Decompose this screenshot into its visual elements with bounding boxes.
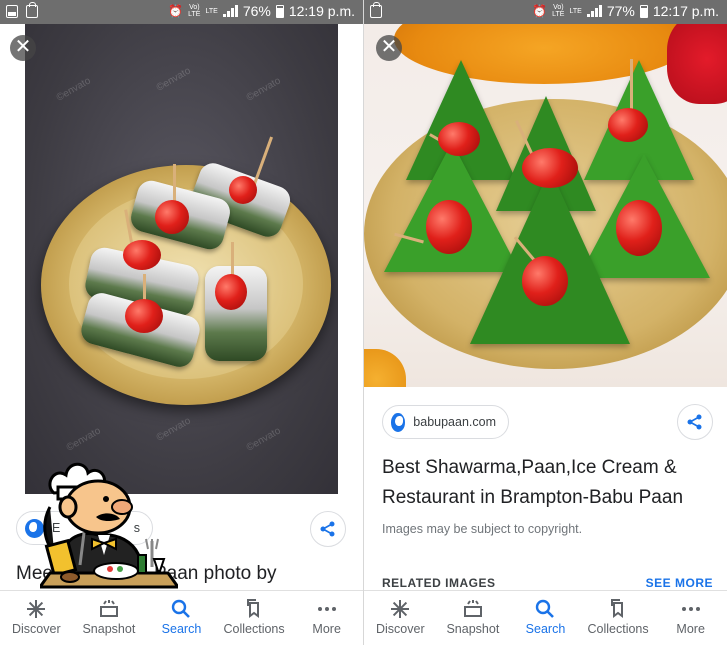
signal-icon [222,5,238,17]
cherry [522,148,578,188]
cherry [229,176,257,204]
cherry [123,240,161,270]
battery-icon [639,4,648,18]
nav-search[interactable]: Search [509,591,582,645]
nav-collections[interactable]: Collections [582,591,655,645]
asterisk-icon [391,600,410,618]
nav-label: More [676,622,705,636]
lte-label: LTE [569,7,582,15]
cherry [215,274,247,310]
status-bar: ⏰ Vo) LTE LTE 76% 12:19 p.m. [0,0,363,24]
snapshot-icon [99,600,118,617]
watermark: ©envato [244,425,283,454]
watermark: ©envato [64,425,103,454]
cherry [616,200,662,256]
nav-more[interactable]: More [290,591,363,645]
battery-percent: 77% [606,3,635,19]
bag-icon [26,2,38,18]
cherry [125,299,163,333]
network-label: Vo) LTE [552,4,565,18]
share-button[interactable] [310,511,346,547]
cherry [155,200,189,234]
nav-search[interactable]: Search [145,591,218,645]
battery-icon [275,4,284,18]
share-button[interactable] [677,404,713,440]
nav-collections[interactable]: Collections [218,591,291,645]
nav-label: Snapshot [446,622,500,636]
result-image-paan-cones[interactable] [364,24,727,387]
nav-label: More [312,622,341,636]
alarm-icon: ⏰ [532,4,548,18]
close-button[interactable]: ✕ [376,35,402,61]
nav-more[interactable]: More [654,591,727,645]
bookmark-icon [611,599,624,618]
nav-label: Collections [587,622,649,636]
share-icon [687,414,702,430]
globe-icon [391,412,406,432]
nav-label: Snapshot [82,622,136,636]
status-bar: ⏰ Vo) LTE LTE 77% 12:17 p.m. [364,0,727,24]
asterisk-icon [27,600,46,618]
nav-label: Discover [375,622,425,636]
battery-percent: 76% [242,3,271,19]
watermark: ©envato [154,415,193,444]
bookmark-icon [247,599,260,618]
search-icon [172,599,191,618]
related-images-heading: RELATED IMAGES [382,576,496,590]
bottom-navigation: Discover Snapshot Search Collections Mor… [0,590,363,645]
cherry [522,256,568,306]
nav-discover[interactable]: Discover [364,591,437,645]
image-icon [6,5,18,18]
result-image-paan-rolls[interactable]: ©envato ©envato ©envato ©envato ©envato … [25,24,338,494]
alarm-icon: ⏰ [168,4,184,18]
chef-mascot-icon [40,462,178,589]
lte-label: LTE [205,7,218,15]
orange-cloth-corner [364,349,406,387]
nav-snapshot[interactable]: Snapshot [437,591,510,645]
nav-snapshot[interactable]: Snapshot [73,591,146,645]
share-icon [320,521,335,537]
cherry [426,200,472,254]
more-dots-icon [681,607,700,611]
right-screen: ⏰ Vo) LTE LTE 77% 12:17 p.m. ✕ babupaan.… [364,0,727,645]
source-chip-label: babupaan.com [413,415,496,429]
snapshot-icon [463,600,482,617]
more-dots-icon [317,607,336,611]
nav-label: Search [161,622,202,636]
left-screen: ⏰ Vo) LTE LTE 76% 12:19 p.m. ©envato ©env… [0,0,363,645]
watermark: ©envato [54,75,93,104]
watermark: ©envato [154,65,193,94]
cherry [608,108,648,142]
clock: 12:19 p.m. [288,3,355,19]
nav-discover[interactable]: Discover [0,591,73,645]
close-button[interactable]: ✕ [10,35,36,61]
watermark: ©envato [244,75,283,104]
bag-icon [370,2,382,18]
bottom-navigation: Discover Snapshot Search Collections Mor… [364,590,727,645]
network-label: Vo) LTE [188,4,201,18]
nav-label: Collections [223,622,285,636]
result-title[interactable]: Best Shawarma,Paan,Ice Cream & Restauran… [382,453,717,513]
nav-label: Search [525,622,566,636]
see-more-link[interactable]: SEE MORE [646,576,713,590]
signal-icon [586,5,602,17]
search-icon [536,599,555,618]
source-chip[interactable]: babupaan.com [382,405,509,439]
cherry [438,122,480,156]
nav-label: Discover [11,622,61,636]
clock: 12:17 p.m. [652,3,719,19]
copyright-note: Images may be subject to copyright. [382,522,583,536]
